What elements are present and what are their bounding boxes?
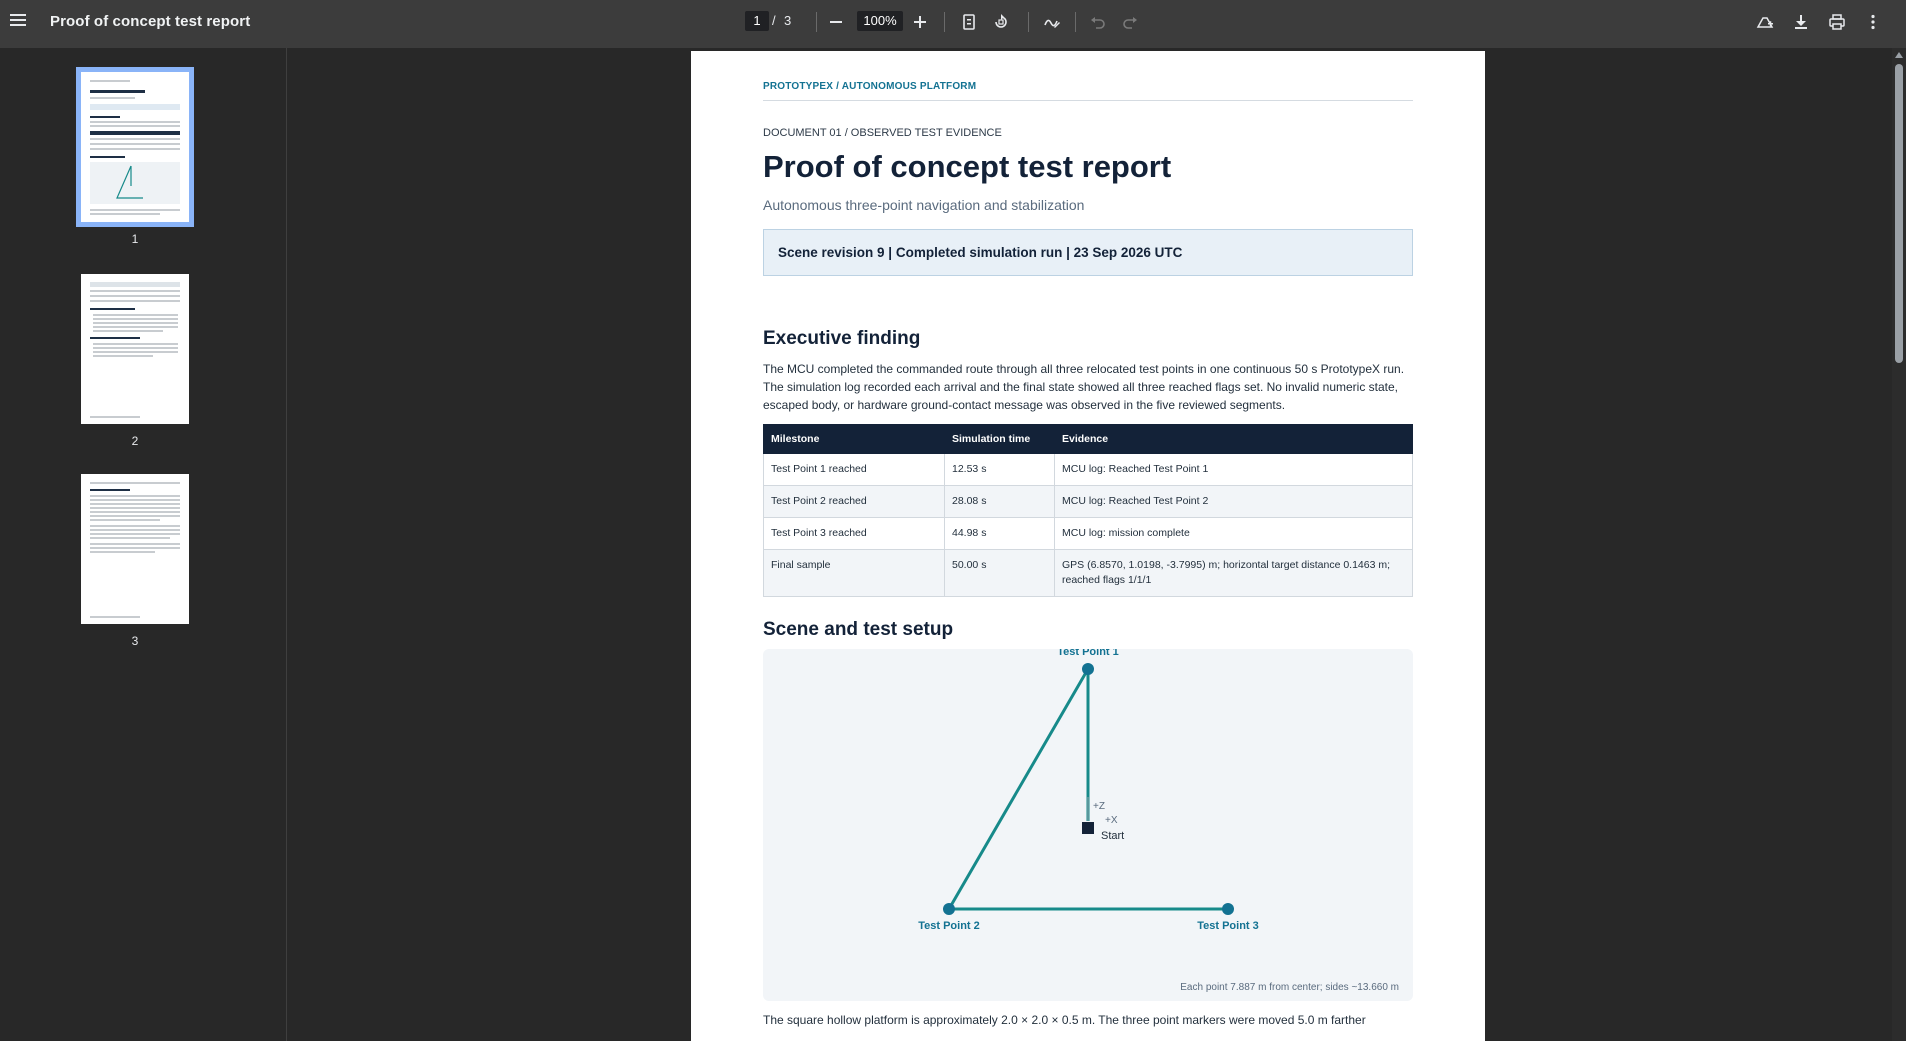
test-point-2-marker — [943, 903, 955, 915]
redo-icon[interactable] — [1118, 10, 1142, 34]
toolbar-divider — [816, 12, 817, 32]
table-cell: Test Point 3 reached — [763, 517, 945, 550]
table-cell: 12.53 s — [944, 453, 1055, 486]
axis-x-label: +X — [1105, 815, 1118, 826]
zoom-out-icon[interactable] — [824, 10, 848, 34]
table-row: Test Point 3 reached 44.98 s MCU log: mi… — [763, 517, 1413, 550]
thumbnail-image — [76, 67, 194, 227]
table-header-row: Milestone Simulation time Evidence — [763, 424, 1413, 454]
scene-setup-heading: Scene and test setup — [763, 619, 954, 640]
test-point-2-label: Test Point 2 — [918, 920, 980, 932]
executive-finding-heading: Executive finding — [763, 328, 921, 349]
test-point-1-marker — [1082, 663, 1094, 675]
diagram-caption: Each point 7.887 m from center; sides ~1… — [1180, 982, 1399, 993]
table-cell: MCU log: Reached Test Point 2 — [1054, 485, 1413, 518]
table-cell: GPS (6.8570, 1.0198, -3.7995) m; horizon… — [1054, 549, 1413, 597]
route-diagram-svg: Test Point 1 Test Point 2 Test Point 3 +… — [918, 649, 1259, 932]
more-options-icon[interactable] — [1861, 10, 1885, 34]
start-platform-marker — [1082, 822, 1094, 834]
annotate-icon[interactable] — [1040, 10, 1064, 34]
thumbnail-page-2[interactable]: 2 — [76, 274, 194, 448]
zoom-input[interactable]: 100% — [857, 11, 903, 31]
report-title: Proof of concept test report — [763, 149, 1172, 184]
zoom-in-icon[interactable] — [908, 10, 932, 34]
table-row: Test Point 1 reached 12.53 s MCU log: Re… — [763, 453, 1413, 486]
report-subtitle: Autonomous three-point navigation and st… — [763, 197, 1085, 213]
table-cell: MCU log: mission complete — [1054, 517, 1413, 550]
thumbnail-page-3[interactable]: 3 — [76, 474, 194, 648]
thumbnail-label: 3 — [131, 634, 139, 648]
toolbar-divider — [944, 12, 945, 32]
thumbnail-sidebar: 1 2 3 — [0, 48, 287, 1041]
table-cell: 44.98 s — [944, 517, 1055, 550]
thumbnail-label: 2 — [131, 434, 139, 448]
table-cell: MCU log: Reached Test Point 1 — [1054, 453, 1413, 486]
test-point-3-label: Test Point 3 — [1197, 920, 1259, 932]
page-number-input[interactable]: 1 — [745, 11, 769, 31]
page-separator: / — [772, 13, 776, 28]
table-row: Final sample 50.00 s GPS (6.8570, 1.0198… — [763, 549, 1413, 597]
add-to-drive-icon[interactable] — [1753, 10, 1777, 34]
document-title: Proof of concept test report — [50, 13, 251, 30]
print-icon[interactable] — [1825, 10, 1849, 34]
table-cell: Test Point 2 reached — [763, 485, 945, 518]
test-point-1-label: Test Point 1 — [1057, 649, 1119, 658]
download-icon[interactable] — [1789, 10, 1813, 34]
toolbar-divider — [1075, 12, 1076, 32]
column-header: Milestone — [763, 424, 945, 454]
scene-diagram: Test Point 1 Test Point 2 Test Point 3 +… — [763, 649, 1413, 1001]
thumbnail-label: 1 — [131, 232, 139, 246]
brand-header: PROTOTYPEX / AUTONOMOUS PLATFORM — [763, 81, 1413, 101]
thumbnail-page-1[interactable]: 1 — [76, 67, 194, 246]
milestone-table: Milestone Simulation time Evidence Test … — [763, 424, 1413, 597]
document-body: PROTOTYPEX / AUTONOMOUS PLATFORM DOCUMEN… — [763, 51, 1413, 1027]
thumbnail-image — [81, 274, 189, 424]
axis-z-label: +Z — [1093, 801, 1105, 812]
thumbnail-image — [81, 474, 189, 624]
executive-finding-text: The MCU completed the commanded route th… — [763, 362, 1405, 412]
scrollbar-thumb[interactable] — [1895, 64, 1903, 363]
fit-page-icon[interactable] — [957, 10, 981, 34]
revision-banner: Scene revision 9 | Completed simulation … — [763, 229, 1413, 276]
column-header: Evidence — [1054, 424, 1413, 454]
pdf-toolbar: Proof of concept test report 1 / 3 100% — [0, 0, 1906, 48]
scene-setup-text: The square hollow platform is approximat… — [763, 1013, 1366, 1027]
table-cell: Test Point 1 reached — [763, 453, 945, 486]
pdf-page-1: PROTOTYPEX / AUTONOMOUS PLATFORM DOCUMEN… — [691, 51, 1485, 1041]
rotate-icon[interactable] — [989, 10, 1013, 34]
table-cell: 28.08 s — [944, 485, 1055, 518]
table-cell: 50.00 s — [944, 549, 1055, 597]
test-point-3-marker — [1222, 903, 1234, 915]
toolbar-divider — [1028, 12, 1029, 32]
undo-icon[interactable] — [1086, 10, 1110, 34]
start-label: Start — [1101, 830, 1124, 842]
scroll-up-arrow-icon[interactable] — [1895, 52, 1903, 58]
column-header: Simulation time — [944, 424, 1055, 454]
document-kicker: DOCUMENT 01 / OBSERVED TEST EVIDENCE — [763, 127, 1002, 139]
table-cell: Final sample — [763, 549, 945, 597]
menu-icon[interactable] — [10, 14, 26, 26]
page-total: 3 — [784, 13, 792, 28]
table-row: Test Point 2 reached 28.08 s MCU log: Re… — [763, 485, 1413, 518]
